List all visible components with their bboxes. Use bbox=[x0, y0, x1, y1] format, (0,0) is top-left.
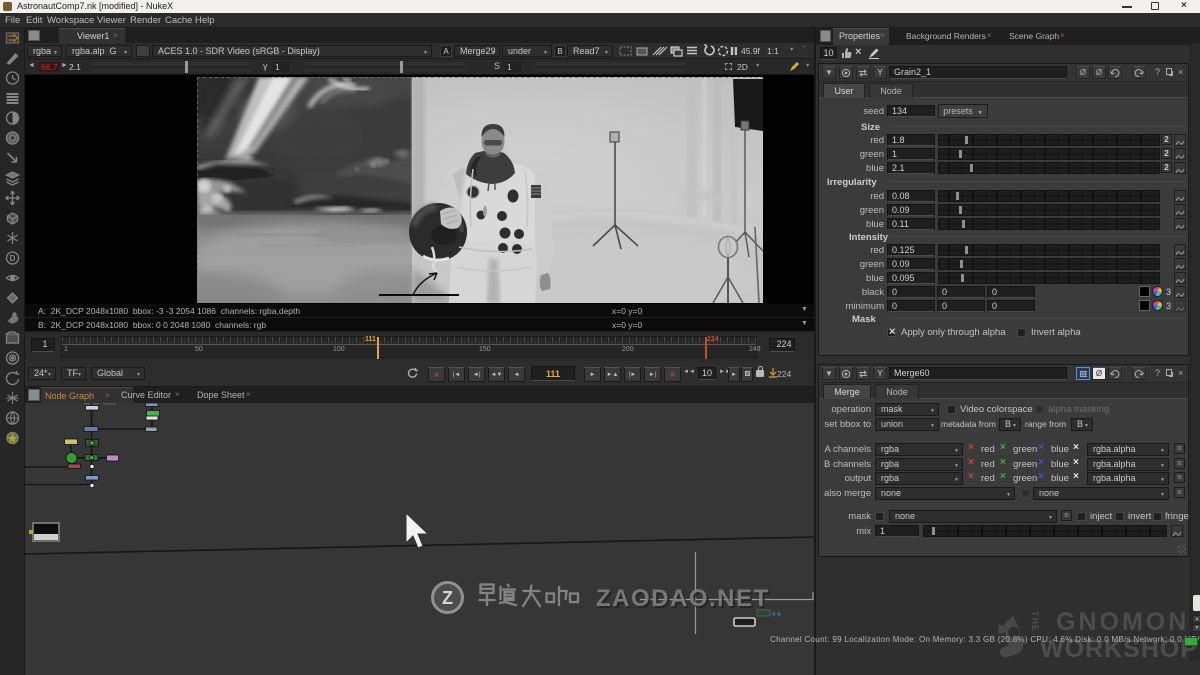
svg-text:4 4: 4 4 bbox=[772, 612, 781, 618]
svg-text:D: D bbox=[10, 254, 16, 263]
